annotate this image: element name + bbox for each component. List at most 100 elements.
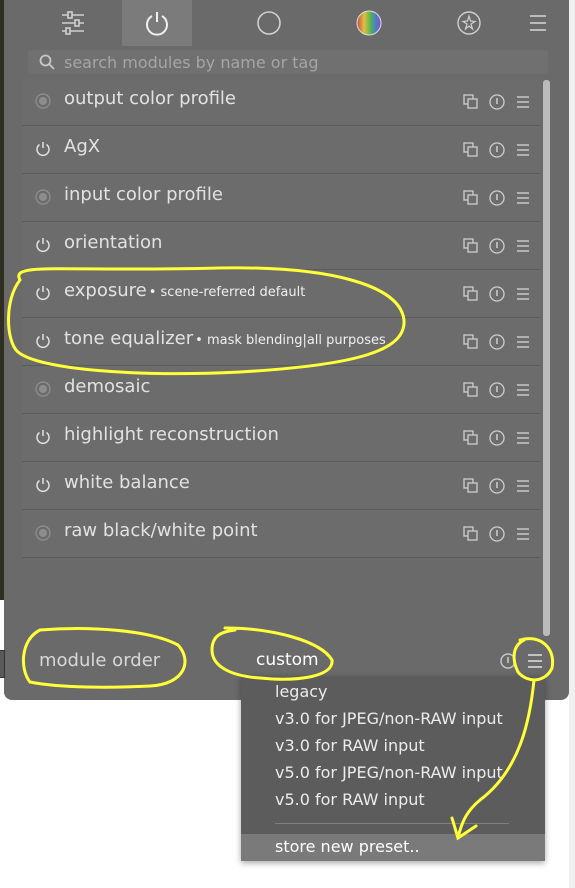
- module-row[interactable]: tone equalizer • mask blending|all purpos…: [22, 318, 540, 366]
- module-actions: [462, 237, 532, 255]
- always-on-icon: [35, 525, 51, 541]
- tab-active-modules[interactable]: [122, 0, 192, 46]
- order-left-handle: [0, 650, 5, 678]
- multi-instance-icon[interactable]: [462, 429, 480, 447]
- presets-icon[interactable]: [514, 285, 532, 303]
- module-label: raw black/white point: [64, 520, 258, 541]
- multi-instance-icon[interactable]: [462, 237, 480, 255]
- power-icon[interactable]: [34, 476, 52, 494]
- module-row[interactable]: demosaic: [22, 366, 540, 414]
- module-actions: [462, 477, 532, 495]
- module-panel: output color profile AgX input color profi…: [4, 0, 569, 700]
- preset-dropdown-menu: legacy v3.0 for JPEG/non-RAW input v3.0 …: [241, 676, 545, 861]
- reset-icon[interactable]: [488, 285, 506, 303]
- module-row[interactable]: input color profile: [22, 174, 540, 222]
- module-actions: [462, 93, 532, 111]
- reset-icon[interactable]: [488, 333, 506, 351]
- presets-menu-icon[interactable]: [524, 650, 546, 672]
- reset-icon[interactable]: [499, 652, 517, 670]
- module-actions: [462, 525, 532, 543]
- reset-icon[interactable]: [488, 477, 506, 495]
- power-icon[interactable]: [34, 236, 52, 254]
- module-row[interactable]: exposure • scene-referred default: [22, 270, 540, 318]
- multi-instance-icon[interactable]: [462, 381, 480, 399]
- presets-icon[interactable]: [514, 477, 532, 495]
- presets-icon[interactable]: [514, 429, 532, 447]
- module-label: tone equalizer: [64, 328, 194, 349]
- module-name: tone equalizer • mask blending|all purpos…: [64, 328, 386, 349]
- module-label: demosaic: [64, 376, 151, 397]
- module-row[interactable]: white balance: [22, 462, 540, 510]
- power-icon[interactable]: [34, 140, 52, 158]
- multi-instance-icon[interactable]: [462, 285, 480, 303]
- module-row[interactable]: highlight reconstruction: [22, 414, 540, 462]
- module-preset: • scene-referred default: [148, 285, 306, 300]
- reset-icon[interactable]: [488, 381, 506, 399]
- module-row[interactable]: output color profile: [22, 78, 540, 126]
- module-actions: [462, 285, 532, 303]
- module-actions: [462, 189, 532, 207]
- always-on-icon: [35, 93, 51, 109]
- presets-icon[interactable]: [514, 333, 532, 351]
- module-name: AgX: [64, 136, 102, 157]
- menu-item-v3-jpeg[interactable]: v3.0 for JPEG/non-RAW input: [275, 709, 503, 728]
- module-list: output color profile AgX input color profi…: [22, 78, 540, 558]
- menu-item-v5-raw[interactable]: v5.0 for RAW input: [275, 790, 425, 809]
- module-row[interactable]: orientation: [22, 222, 540, 270]
- store-preset-label: store new preset..: [275, 837, 420, 856]
- multi-instance-icon[interactable]: [462, 525, 480, 543]
- reset-icon[interactable]: [488, 93, 506, 111]
- reset-icon[interactable]: [488, 429, 506, 447]
- module-label: input color profile: [64, 184, 223, 205]
- multi-instance-icon[interactable]: [462, 333, 480, 351]
- circle-icon: [257, 11, 281, 35]
- multi-instance-icon[interactable]: [462, 477, 480, 495]
- tab-quick-access[interactable]: [48, 0, 98, 46]
- module-name: highlight reconstruction: [64, 424, 281, 445]
- module-name: input color profile: [64, 184, 225, 205]
- tab-color[interactable]: [344, 0, 394, 46]
- module-preset: • mask blending|all purposes: [195, 333, 386, 348]
- power-icon[interactable]: [34, 284, 52, 302]
- multi-instance-icon[interactable]: [462, 141, 480, 159]
- module-name: raw black/white point: [64, 520, 260, 541]
- module-search[interactable]: [28, 50, 548, 74]
- menu-item-v3-raw[interactable]: v3.0 for RAW input: [275, 736, 425, 755]
- multi-instance-icon[interactable]: [462, 189, 480, 207]
- power-icon: [146, 12, 168, 36]
- power-icon[interactable]: [34, 332, 52, 350]
- menu-item-store-preset[interactable]: store new preset..: [241, 834, 545, 861]
- menu-item-v5-jpeg[interactable]: v5.0 for JPEG/non-RAW input: [275, 763, 503, 782]
- presets-icon[interactable]: [514, 189, 532, 207]
- module-row[interactable]: AgX: [22, 126, 540, 174]
- presets-icon[interactable]: [514, 381, 532, 399]
- reset-icon[interactable]: [488, 237, 506, 255]
- reset-icon[interactable]: [488, 525, 506, 543]
- presets-icon[interactable]: [514, 93, 532, 111]
- power-icon[interactable]: [34, 428, 52, 446]
- module-label: output color profile: [64, 88, 236, 109]
- reset-icon[interactable]: [488, 141, 506, 159]
- module-label: highlight reconstruction: [64, 424, 279, 445]
- tab-base[interactable]: [244, 0, 294, 46]
- module-actions: [462, 333, 532, 351]
- tab-menu[interactable]: [520, 0, 556, 46]
- reset-icon[interactable]: [488, 189, 506, 207]
- module-name: white balance: [64, 472, 192, 493]
- module-row[interactable]: raw black/white point: [22, 510, 540, 558]
- module-actions: [462, 381, 532, 399]
- presets-icon[interactable]: [514, 141, 532, 159]
- module-group-tabs: [4, 0, 569, 46]
- multi-instance-icon[interactable]: [462, 93, 480, 111]
- module-order-value[interactable]: custom: [256, 650, 319, 670]
- module-actions: [462, 429, 532, 447]
- sparkles-icon: [457, 11, 481, 35]
- scrollbar[interactable]: [543, 80, 550, 636]
- tab-effects[interactable]: [444, 0, 494, 46]
- presets-icon[interactable]: [514, 237, 532, 255]
- presets-icon[interactable]: [514, 525, 532, 543]
- menu-item-legacy[interactable]: legacy: [275, 682, 328, 701]
- search-input[interactable]: [62, 51, 526, 73]
- module-actions: [462, 141, 532, 159]
- always-on-icon: [35, 381, 51, 397]
